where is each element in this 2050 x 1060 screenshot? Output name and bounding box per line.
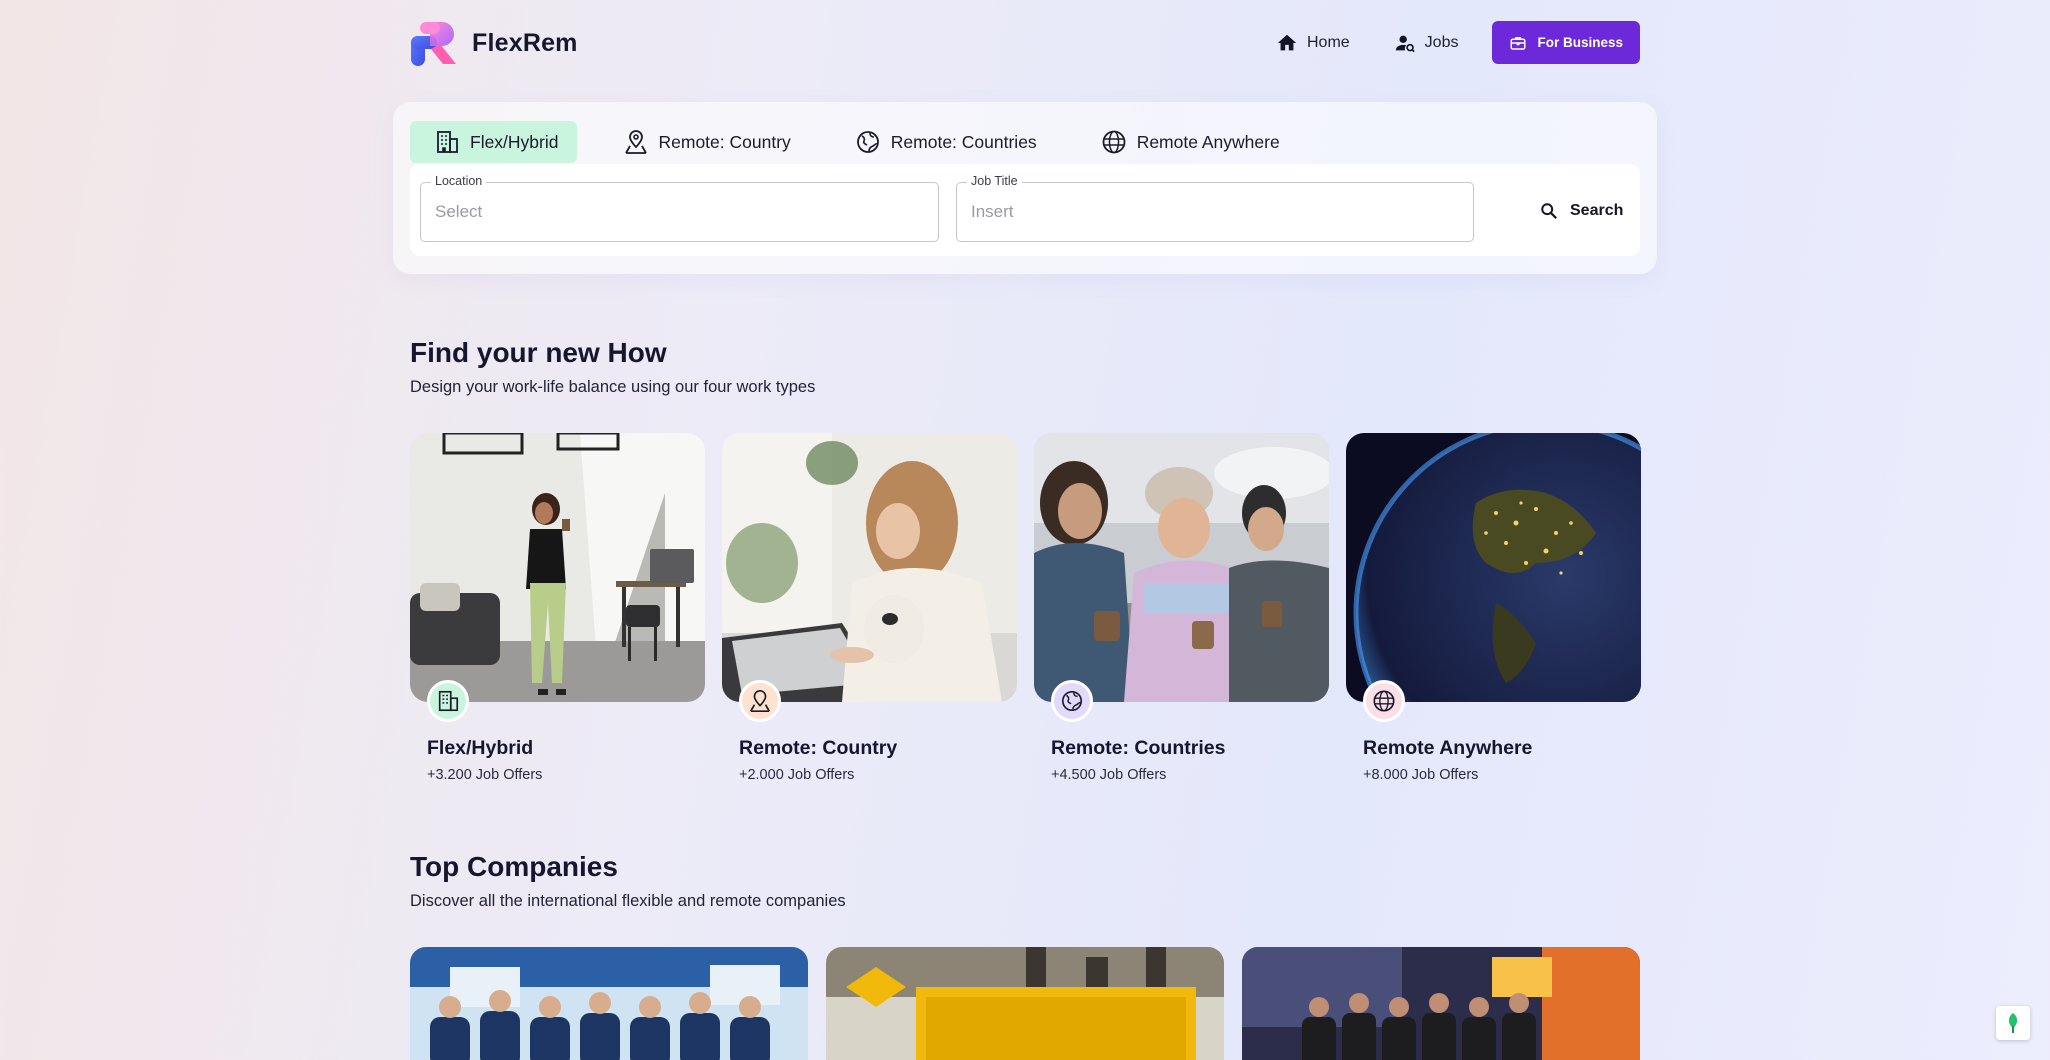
map-pin-person-icon [750,690,770,712]
location-input[interactable] [421,183,938,241]
job-title-label: Job Title [967,174,1022,188]
leaf-icon [2008,1013,2018,1033]
card-title: Remote: Countries [1051,737,1226,759]
office-building-icon [437,131,458,153]
company-card-team-photo[interactable] [410,947,808,1060]
flexrem-logo-icon [410,20,458,66]
tab-label: Flex/Hybrid [470,131,559,152]
home-icon [1277,34,1297,50]
card-icon-badge [1363,680,1405,722]
card-photo-earth-night [1346,433,1641,702]
work-type-tabs: Flex/Hybrid Remote: Country Remote: Coun… [410,121,1298,163]
work-types-subtitle: Design your work-life balance using our … [410,378,816,396]
search-button-label: Search [1570,202,1624,219]
search-icon [1541,203,1557,219]
map-pin-person-icon [624,130,647,154]
work-type-card-remote-country[interactable]: Remote: Country +2.000 Job Offers [722,433,1017,783]
location-field: Location [420,174,939,242]
card-title: Remote: Country [739,737,898,759]
company-card-expo-photo[interactable] [826,947,1224,1060]
search-button[interactable]: Search [1530,190,1633,232]
card-icon-badge [427,680,469,722]
nav-home-link[interactable]: Home [1276,32,1350,54]
nav-jobs-label: Jobs [1424,33,1459,51]
companies-title: Top Companies [410,851,618,882]
tab-label: Remote: Country [658,131,791,152]
globe-icon [1373,690,1395,712]
card-offers: +8.000 Job Offers [1363,767,1479,783]
accessibility-widget-button[interactable] [1996,1006,2030,1040]
card-offers: +4.500 Job Offers [1051,767,1167,783]
job-title-input[interactable] [957,183,1473,241]
search-bar: Location Job Title Search [410,164,1640,256]
person-search-icon [1395,35,1415,52]
office-building-icon [438,690,459,712]
tab-label: Remote: Countries [890,131,1037,152]
work-type-card-remote-countries[interactable]: Remote: Countries +4.500 Job Offers [1034,433,1329,783]
tab-flex-hybrid[interactable]: Flex/Hybrid [410,121,577,163]
briefcase-icon [1510,36,1526,50]
tab-label: Remote Anywhere [1136,131,1280,152]
card-title: Remote Anywhere [1363,737,1533,759]
work-type-card-remote-anywhere[interactable]: Remote Anywhere +8.000 Job Offers [1346,433,1641,783]
companies-subtitle: Discover all the international flexible … [410,892,846,910]
search-panel: Flex/Hybrid Remote: Country Remote: Coun… [394,103,1656,273]
brand-logo[interactable]: FlexRem [410,20,578,66]
work-types-title: Find your new How [410,337,667,368]
nav-jobs-link[interactable]: Jobs [1394,32,1459,54]
continents-icon [1061,690,1083,712]
tab-remote-anywhere[interactable]: Remote Anywhere [1077,121,1298,163]
card-photo-office [410,433,705,702]
company-card-booth-photo[interactable] [1242,947,1640,1060]
card-title: Flex/Hybrid [427,737,534,759]
card-offers: +2.000 Job Offers [739,767,855,783]
brand-name: FlexRem [472,28,578,57]
card-icon-badge [739,680,781,722]
card-photo-friends-coffee [1034,433,1329,702]
location-label: Location [431,174,487,188]
tab-remote-countries[interactable]: Remote: Countries [831,121,1055,163]
work-type-card-flex-hybrid[interactable]: Flex/Hybrid +3.200 Job Offers [410,433,705,783]
tab-remote-country[interactable]: Remote: Country [599,121,809,163]
for-business-label: For Business [1537,35,1623,50]
card-offers: +3.200 Job Offers [427,767,543,783]
globe-icon [1102,130,1126,154]
card-photo-home-laptop [722,433,1017,702]
job-title-field: Job Title [956,174,1474,242]
nav-home-label: Home [1306,33,1350,51]
continents-icon [856,131,879,153]
card-icon-badge [1051,680,1093,722]
top-nav: Home Jobs For Business [1276,21,1640,64]
for-business-button[interactable]: For Business [1492,21,1640,64]
